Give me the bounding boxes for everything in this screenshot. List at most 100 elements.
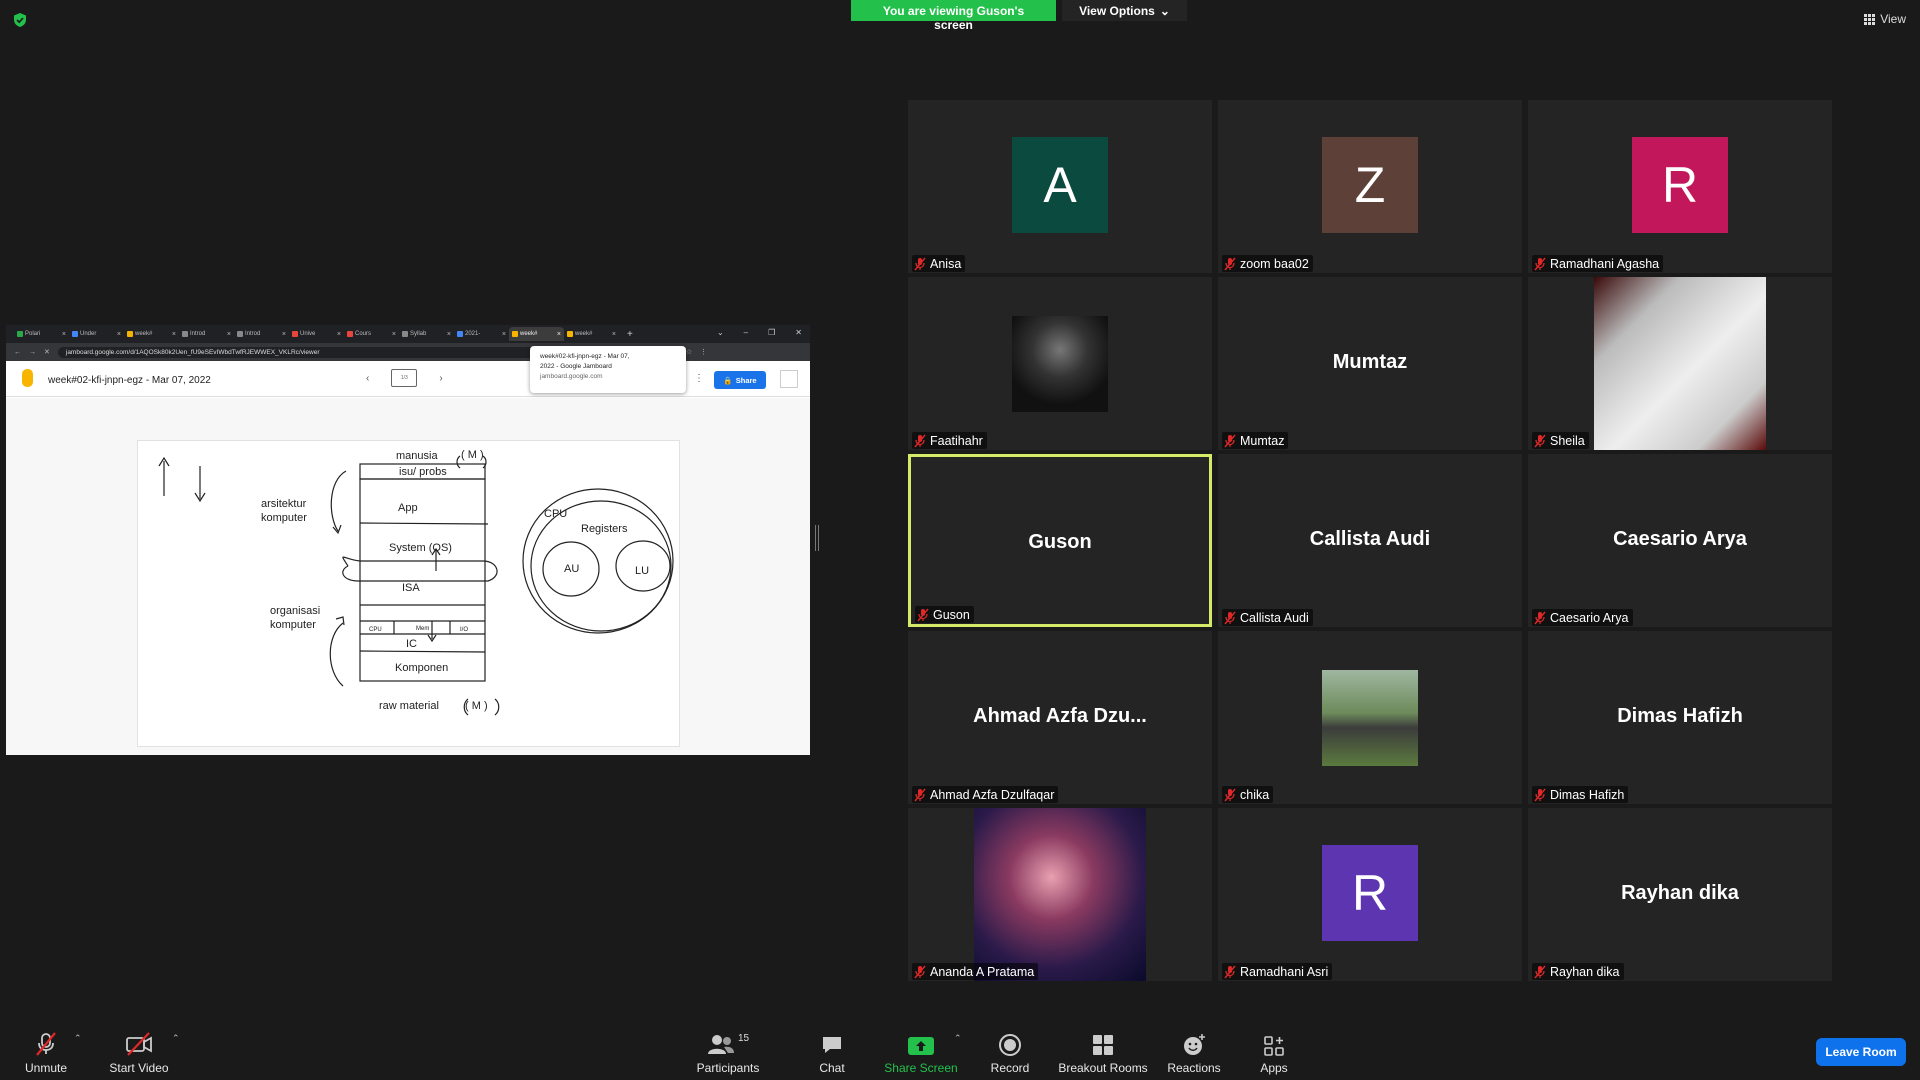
muted-mic-icon: [1224, 434, 1236, 447]
participant-display-name: Ahmad Azfa Dzu...: [973, 705, 1147, 727]
share-options-chevron-icon[interactable]: ⌃: [954, 1033, 962, 1044]
participant-display-name: Mumtaz: [1332, 351, 1408, 373]
muted-mic-icon: [917, 608, 929, 621]
shared-screen[interactable]: Polari × Under × week# × Introd × Introd × Unive × C…: [6, 325, 810, 755]
tab-close-icon[interactable]: ×: [282, 331, 286, 338]
browser-tab[interactable]: Unive ×: [289, 327, 344, 341]
tab-close-icon[interactable]: ×: [117, 331, 121, 338]
participant-tile[interactable]: Ahmad Azfa Dzu... Ahmad Azfa Dzulfaqar: [908, 631, 1212, 804]
back-icon[interactable]: ←: [14, 349, 21, 356]
browser-tab[interactable]: Syllab ×: [399, 327, 454, 341]
participant-tile[interactable]: R Ramadhani Asri: [1218, 808, 1522, 981]
more-icon[interactable]: ⋮: [700, 348, 707, 356]
participant-name: Ahmad Azfa Dzulfaqar: [930, 787, 1055, 802]
stop-loading-icon[interactable]: ✕: [44, 348, 50, 356]
record-label: Record: [990, 1061, 1030, 1075]
participant-avatar: R: [1322, 845, 1418, 941]
participants-button[interactable]: 15 Participants: [692, 1018, 764, 1080]
chat-button[interactable]: Chat: [812, 1018, 852, 1080]
participant-tile[interactable]: Dimas Hafizh Dimas Hafizh: [1528, 631, 1832, 804]
participant-name: Ananda A Pratama: [930, 964, 1035, 979]
wb-arsitektur: arsitektur: [261, 498, 307, 510]
jamboard-canvas[interactable]: manusia ( M ) isu/ probs arsitektur komp…: [137, 440, 680, 747]
participant-tile[interactable]: Caesario Arya Caesario Arya: [1528, 454, 1832, 627]
tab-close-icon[interactable]: ×: [557, 331, 561, 338]
close-window-icon[interactable]: ✕: [795, 328, 802, 337]
forward-icon[interactable]: →: [29, 349, 36, 356]
participant-display-name: Guson: [1028, 531, 1092, 553]
participant-tile[interactable]: chika: [1218, 631, 1522, 804]
participant-name-label: Callista Audi: [1222, 609, 1313, 626]
browser-tab[interactable]: week# ×: [564, 327, 619, 341]
reactions-button[interactable]: Reactions: [1166, 1018, 1222, 1080]
participant-avatar: R: [1632, 137, 1728, 233]
wb-m-bottom: ( M ): [465, 700, 488, 712]
tab-close-icon[interactable]: ×: [392, 331, 396, 338]
participant-tile[interactable]: R Ramadhani Agasha: [1528, 100, 1832, 273]
tab-close-icon[interactable]: ×: [227, 331, 231, 338]
participant-tile[interactable]: Faatihahr: [908, 277, 1212, 450]
participant-tile[interactable]: Guson Guson: [908, 454, 1212, 627]
tab-favicon-icon: [72, 331, 78, 337]
leave-room-button[interactable]: Leave Room: [1816, 1038, 1906, 1066]
browser-tab[interactable]: week# ×: [509, 327, 564, 341]
participant-tile[interactable]: Sheila: [1528, 277, 1832, 450]
frame-indicator[interactable]: 1/3: [391, 369, 418, 387]
browser-tab[interactable]: Introd ×: [234, 327, 289, 341]
start-video-button[interactable]: Start Video: [106, 1018, 172, 1080]
participant-display-name: Callista Audi: [1309, 528, 1431, 550]
more-options-icon[interactable]: ⋮: [694, 373, 704, 384]
restore-icon[interactable]: ❐: [768, 328, 775, 337]
wb-mem-small: Mem: [416, 626, 429, 632]
tab-close-icon[interactable]: ×: [62, 331, 66, 338]
tab-favicon-icon: [347, 331, 353, 337]
tab-close-icon[interactable]: ×: [502, 331, 506, 338]
muted-mic-icon: [914, 965, 926, 978]
security-shield-icon[interactable]: [12, 12, 28, 28]
audio-options-chevron-icon[interactable]: ⌃: [74, 1033, 82, 1044]
browser-tab[interactable]: Under ×: [69, 327, 124, 341]
bookmark-star-icon[interactable]: ☆: [686, 348, 692, 356]
participant-tile[interactable]: A Anisa: [908, 100, 1212, 273]
participant-tile[interactable]: Mumtaz Mumtaz: [1218, 277, 1522, 450]
participant-tile[interactable]: Ananda A Pratama: [908, 808, 1212, 981]
video-options-chevron-icon[interactable]: ⌃: [172, 1033, 180, 1044]
muted-mic-icon: [914, 434, 926, 447]
tab-close-icon[interactable]: ×: [337, 331, 341, 338]
jamboard-share-button[interactable]: 🔒 Share: [714, 371, 766, 389]
participant-photo: [1594, 277, 1766, 450]
view-button[interactable]: View: [1864, 12, 1906, 26]
new-tab-icon[interactable]: +: [627, 329, 633, 340]
share-screen-button[interactable]: Share Screen: [880, 1018, 962, 1080]
browser-tab[interactable]: 2021- ×: [454, 327, 509, 341]
participant-tile[interactable]: Zzoom baa02: [1218, 100, 1522, 273]
prev-frame-icon[interactable]: ‹: [366, 373, 369, 384]
browser-tab[interactable]: Introd ×: [179, 327, 234, 341]
participant-name-label: chika: [1222, 786, 1274, 803]
participant-name-label: Dimas Hafizh: [1532, 786, 1629, 803]
tab-close-icon[interactable]: ×: [447, 331, 451, 338]
account-avatar[interactable]: [780, 370, 798, 388]
tab-favicon-icon: [127, 331, 133, 337]
participant-photo: [1012, 315, 1108, 412]
participant-display-name: Dimas Hafizh: [1617, 705, 1743, 727]
split-view-handle[interactable]: [815, 525, 819, 551]
participant-tile[interactable]: Rayhan dika Rayhan dika: [1528, 808, 1832, 981]
tab-label: Under: [80, 331, 97, 337]
browser-tab[interactable]: Polari ×: [14, 327, 69, 341]
tab-close-icon[interactable]: ×: [612, 331, 616, 338]
apps-button[interactable]: Apps: [1256, 1018, 1292, 1080]
browser-tab[interactable]: Cours ×: [344, 327, 399, 341]
minimize-icon[interactable]: –: [744, 328, 748, 337]
record-button[interactable]: Record: [984, 1018, 1036, 1080]
next-frame-icon[interactable]: ›: [439, 373, 442, 384]
tab-close-icon[interactable]: ×: [172, 331, 176, 338]
participant-name-label: Rayhan dika: [1532, 963, 1624, 980]
view-options-button[interactable]: View Options ⌄: [1062, 0, 1187, 21]
breakout-rooms-button[interactable]: Breakout Rooms: [1058, 1018, 1148, 1080]
participant-tile[interactable]: Callista Audi Callista Audi: [1218, 454, 1522, 627]
tab-favicon-icon: [457, 331, 463, 337]
browser-tab[interactable]: week# ×: [124, 327, 179, 341]
tab-dropdown-icon[interactable]: ⌄: [717, 328, 724, 337]
unmute-button[interactable]: Unmute: [18, 1018, 74, 1080]
